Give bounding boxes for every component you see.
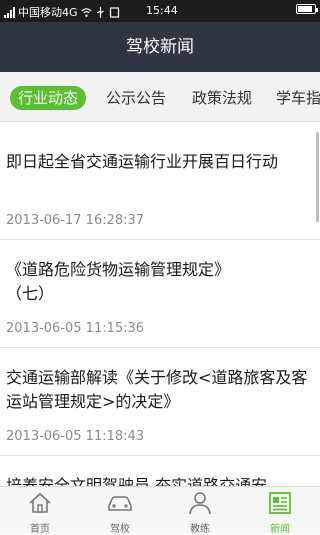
news-item[interactable]: 培养安全文明驾驶员 夯实道路交通安 <box>0 456 320 486</box>
tab-policies[interactable]: 政策法规 <box>186 86 258 110</box>
page-title: 驾校新闻 <box>0 22 320 72</box>
status-left: 中国移动4G <box>4 4 120 20</box>
wifi-icon <box>81 7 92 17</box>
news-date: 2013-06-17 16:28:37 <box>6 213 145 228</box>
tab-learning-guide[interactable]: 学车指 <box>270 86 320 110</box>
nav-home[interactable]: 首页 <box>0 487 80 535</box>
carrier-label: 中国移动4G <box>18 6 78 19</box>
nav-coach[interactable]: 教练 <box>160 487 240 535</box>
status-bar: 中国移动4G 15:44 <box>0 0 320 22</box>
news-date: 2013-06-05 11:15:36 <box>6 321 145 336</box>
usb-icon <box>96 6 104 18</box>
news-item[interactable]: 《道路危险货物运输管理规定》（七） 2013-06-05 11:15:36 <box>0 240 320 348</box>
news-title: 即日起全省交通运输行业开展百日行动 <box>6 152 279 171</box>
news-title: 交通运输部解读《关于修改<道路旅客及客运站管理规定>的决定》 <box>6 368 308 411</box>
category-tabs: 行业动态 公示公告 政策法规 学车指 <box>0 72 320 122</box>
news-title: 培养安全文明驾驶员 夯实道路交通安 <box>6 476 268 486</box>
status-right <box>296 4 318 14</box>
scrollbar[interactable] <box>316 132 319 222</box>
status-time: 15:44 <box>146 4 178 17</box>
nav-news[interactable]: 新闻 <box>240 487 320 535</box>
car-icon <box>108 496 132 511</box>
news-item[interactable]: 即日起全省交通运输行业开展百日行动 2013-06-17 16:28:37 <box>0 122 320 240</box>
news-title: 《道路危险货物运输管理规定》（七） <box>6 260 231 303</box>
nav-school[interactable]: 驾校 <box>80 487 160 535</box>
tab-industry-news[interactable]: 行业动态 <box>10 86 87 110</box>
news-item[interactable]: 交通运输部解读《关于修改<道路旅客及客运站管理规定>的决定》 2013-06-0… <box>0 348 320 456</box>
home-icon <box>29 492 51 513</box>
notification-icon <box>109 6 119 18</box>
coach-icon <box>189 492 211 515</box>
tab-announcements[interactable]: 公示公告 <box>100 86 172 110</box>
battery-icon <box>296 4 318 14</box>
news-date: 2013-06-05 11:18:43 <box>6 429 145 444</box>
signal-icon <box>4 6 15 18</box>
bottom-nav: 首页 驾校 教练 新闻 <box>0 486 320 535</box>
news-icon <box>269 492 291 514</box>
news-list: 即日起全省交通运输行业开展百日行动 2013-06-17 16:28:37 《道… <box>0 122 320 486</box>
